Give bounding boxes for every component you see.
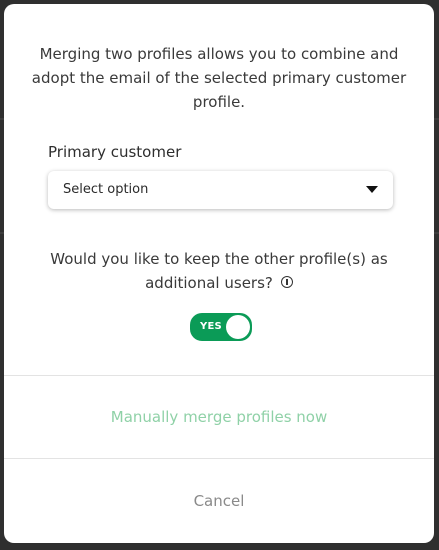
toggle-label: YES — [200, 321, 222, 332]
select-value: Select option — [63, 182, 149, 197]
toggle-knob — [226, 315, 250, 339]
manual-merge-button[interactable]: Manually merge profiles now — [4, 376, 434, 458]
keep-profiles-question-text: Would you like to keep the other profile… — [50, 250, 388, 292]
primary-customer-label: Primary customer — [48, 143, 182, 161]
keep-profiles-toggle[interactable]: YES — [190, 313, 252, 341]
cancel-button[interactable]: Cancel — [4, 459, 434, 543]
dialog-description: Merging two profiles allows you to combi… — [31, 45, 407, 111]
merge-profiles-dialog: Merging two profiles allows you to combi… — [4, 4, 434, 543]
primary-customer-select[interactable]: Select option — [48, 171, 393, 209]
keep-profiles-question: Would you like to keep the other profile… — [32, 247, 406, 295]
caret-down-icon — [366, 186, 378, 193]
info-circle-icon[interactable] — [280, 276, 293, 288]
